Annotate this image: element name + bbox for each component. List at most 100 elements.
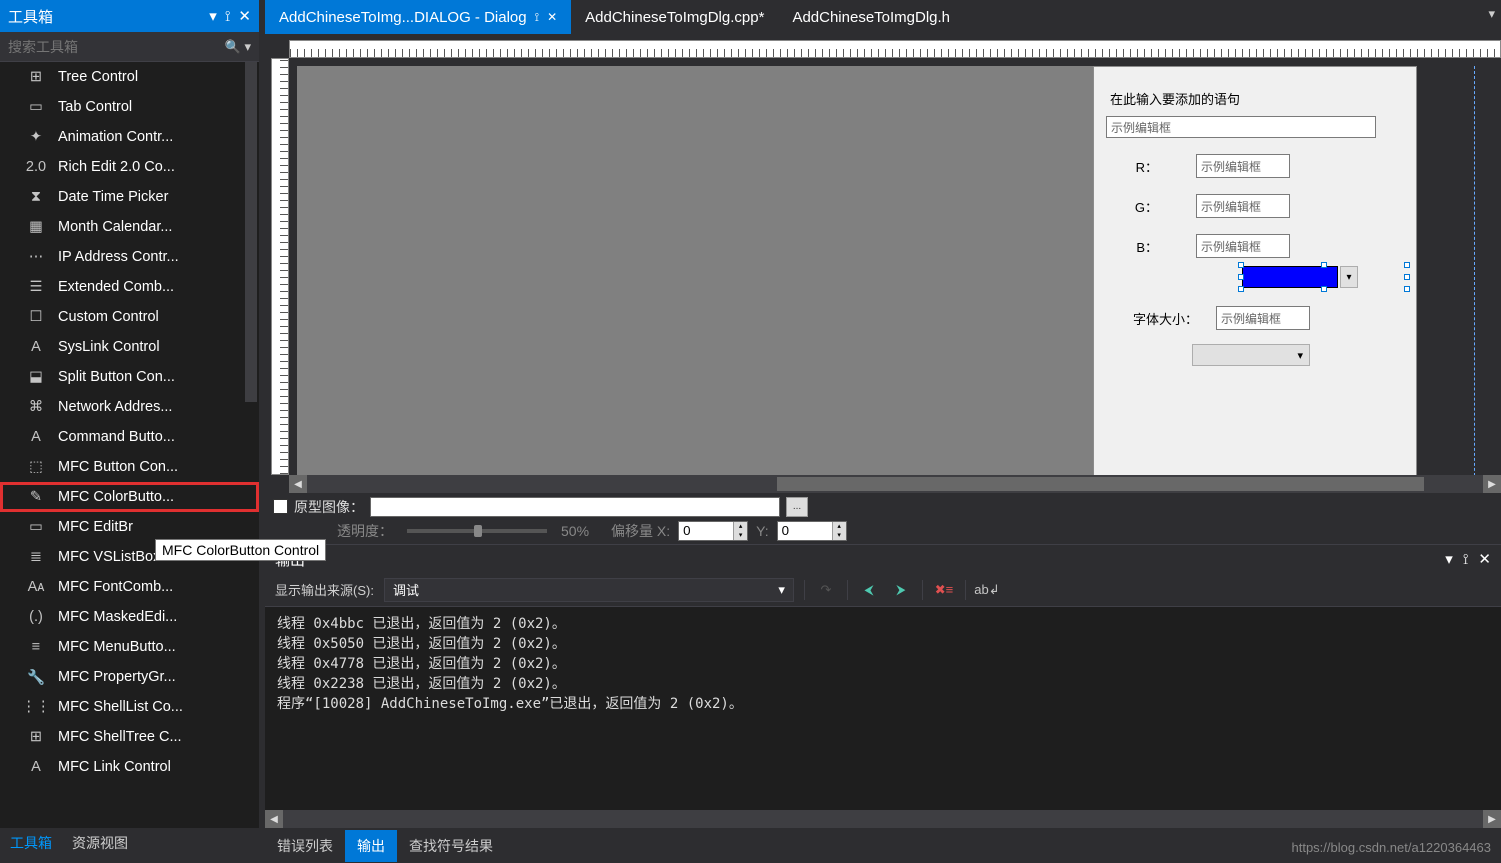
pin-icon[interactable]: ⟟ xyxy=(225,8,231,25)
toolbox-item-shelllist[interactable]: ⋮⋮MFC ShellList Co... xyxy=(0,692,259,722)
clear-icon[interactable]: ✖≡ xyxy=(933,579,955,601)
opacity-slider[interactable] xyxy=(407,529,547,533)
dialog-canvas[interactable]: 在此输入要添加的语句 R： G： B： ▾ xyxy=(297,66,1417,488)
search-icon[interactable]: 🔍 ▾ xyxy=(225,39,251,55)
split-icon: ⬓ xyxy=(28,369,44,385)
toolbox-item-tab[interactable]: ▭Tab Control xyxy=(0,92,259,122)
output-text[interactable]: 线程 0x4bbc 已退出，返回值为 2 (0x2)。 线程 0x5050 已退… xyxy=(265,607,1501,810)
prototype-checkbox[interactable] xyxy=(273,499,288,514)
selection-handles[interactable] xyxy=(1238,262,1410,292)
offset-y-spinner[interactable]: ▴▾ xyxy=(777,521,847,541)
calendar-icon: ▦ xyxy=(28,219,44,235)
browse-button[interactable]: ... xyxy=(786,497,808,517)
toolbox-item-mfcbtn[interactable]: ⬚MFC Button Con... xyxy=(0,452,259,482)
doc-tab-label: AddChineseToImgDlg.cpp* xyxy=(585,9,764,26)
doc-tab-label: AddChineseToImg...DIALOG - Dialog xyxy=(279,9,527,26)
ruler-horizontal[interactable] xyxy=(289,40,1501,58)
toolbox-item-split[interactable]: ⬓ Split Button Con... xyxy=(0,362,259,392)
toolbox-item-mfclink[interactable]: AMFC Link Control xyxy=(0,752,259,782)
network-icon: ⌘ xyxy=(28,399,44,415)
prototype-path-input[interactable] xyxy=(370,497,780,517)
toolbox-item-tree[interactable]: ⊞Tree Control xyxy=(0,62,259,92)
scroll-right-icon[interactable]: ▶ xyxy=(1483,475,1501,493)
toolbox-item-menubtn[interactable]: ≡MFC MenuButto... xyxy=(0,632,259,662)
fontsize-edit[interactable] xyxy=(1216,306,1310,330)
toolbox-item-shelltree[interactable]: ⊞MFC ShellTree C... xyxy=(0,722,259,752)
prompt-label: 在此输入要添加的语句 xyxy=(1110,89,1406,108)
scrollbar-thumb[interactable] xyxy=(777,477,1424,491)
doc-tab-0[interactable]: AddChineseToImg...DIALOG - Dialog ⟟ ✕ xyxy=(265,0,571,34)
color-button[interactable]: ▾ xyxy=(1242,266,1406,288)
doc-tab-2[interactable]: AddChineseToImgDlg.h xyxy=(778,0,964,34)
shelllist-icon: ⋮⋮ xyxy=(28,699,44,715)
toolbox-item-label: Split Button Con... xyxy=(58,369,175,385)
toolbox-item-label: SysLink Control xyxy=(58,339,160,355)
prev-icon[interactable]: ⮜ xyxy=(858,579,880,601)
toolbox-item-combo[interactable]: ☰Extended Comb... xyxy=(0,272,259,302)
left-bottom-tabs: 工具箱 资源视图 xyxy=(0,828,138,858)
toolbox-item-datetime[interactable]: ⧗Date Time Picker xyxy=(0,182,259,212)
wrap-icon[interactable]: ab↲ xyxy=(976,579,998,601)
tab-error-list[interactable]: 错误列表 xyxy=(265,830,345,862)
toolbox-item-label: Network Addres... xyxy=(58,399,172,415)
toolbox-item-masked[interactable]: (.)MFC MaskedEdi... xyxy=(0,602,259,632)
opacity-value: 50% xyxy=(561,523,589,539)
toolbox-item-cmd[interactable]: ACommand Butto... xyxy=(0,422,259,452)
tabs-overflow-icon[interactable]: ▾ xyxy=(1488,6,1495,22)
offset-x-spinner[interactable]: ▴▾ xyxy=(678,521,748,541)
menubtn-icon: ≡ xyxy=(28,639,44,655)
b-edit[interactable] xyxy=(1196,234,1290,258)
toolbox-item-ip[interactable]: ⋯IP Address Contr... xyxy=(0,242,259,272)
output-panel: 输出 ▾ ⟟ ✕ 显示输出来源(S): 调试▾ ↷ ⮜ ⮞ ✖≡ ab↲ 线程 … xyxy=(265,545,1501,828)
mfclink-icon: A xyxy=(28,759,44,775)
editbr-icon: ▭ xyxy=(28,519,44,535)
masked-icon: (.) xyxy=(28,609,44,625)
main-edit[interactable] xyxy=(1106,116,1376,138)
scroll-left-icon[interactable]: ◀ xyxy=(289,475,307,493)
toolbox-item-network[interactable]: ⌘ Network Addres... xyxy=(0,392,259,422)
ruler-vertical[interactable] xyxy=(271,58,289,475)
fontcombo-icon: Aᴀ xyxy=(28,579,44,595)
close-icon[interactable]: ✕ xyxy=(547,10,557,24)
dropdown-icon[interactable]: ▾ xyxy=(1445,550,1453,568)
goto-icon[interactable]: ↷ xyxy=(815,579,837,601)
doc-tab-1[interactable]: AddChineseToImgDlg.cpp* xyxy=(571,0,778,34)
next-icon[interactable]: ⮞ xyxy=(890,579,912,601)
tab-find-results[interactable]: 查找符号结果 xyxy=(397,830,505,862)
close-icon[interactable]: ✕ xyxy=(1478,550,1491,568)
vslist-icon: ≣ xyxy=(28,549,44,565)
toolbox-header: 工具箱 ▾ ⟟ ✕ xyxy=(0,0,259,32)
pin-icon[interactable]: ⟟ xyxy=(535,10,539,25)
toolbox-list[interactable]: ⊞Tree Control▭Tab Control✦Animation Cont… xyxy=(0,62,259,828)
tree-icon: ⊞ xyxy=(28,69,44,85)
output-source-label: 显示输出来源(S): xyxy=(275,580,374,599)
r-edit[interactable] xyxy=(1196,154,1290,178)
shelltree-icon: ⊞ xyxy=(28,729,44,745)
designer-hscrollbar[interactable]: ◀ ▶ xyxy=(289,475,1501,493)
tab-toolbox[interactable]: 工具箱 xyxy=(0,829,62,857)
output-hscrollbar[interactable]: ◀▶ xyxy=(265,810,1501,828)
toolbox-item-editbr[interactable]: ▭MFC EditBr xyxy=(0,512,259,542)
tab-resource-view[interactable]: 资源视图 xyxy=(62,829,138,857)
toolbox-item-label: MFC FontComb... xyxy=(58,579,173,595)
search-input[interactable] xyxy=(8,39,225,55)
toolbox-item-star[interactable]: ✦Animation Contr... xyxy=(0,122,259,152)
toolbox-item-propgrid[interactable]: 🔧MFC PropertyGr... xyxy=(0,662,259,692)
toolbox-item-link[interactable]: A SysLink Control xyxy=(0,332,259,362)
cmd-icon: A xyxy=(28,429,44,445)
toolbox-search-row: 🔍 ▾ xyxy=(0,32,259,62)
close-icon[interactable]: ✕ xyxy=(238,7,251,25)
toolbox-item-fontcombo[interactable]: Aᴀ MFC FontComb... xyxy=(0,572,259,602)
tab-output[interactable]: 输出 xyxy=(345,830,397,862)
toolbox-item-colorbtn[interactable]: ✎MFC ColorButto... xyxy=(0,482,259,512)
output-source-combo[interactable]: 调试▾ xyxy=(384,578,794,602)
link-icon: A xyxy=(28,339,44,355)
g-edit[interactable] xyxy=(1196,194,1290,218)
dropdown-icon[interactable]: ▾ xyxy=(209,7,217,25)
toolbox-item-calendar[interactable]: ▦Month Calendar... xyxy=(0,212,259,242)
font-combo[interactable]: ▾ xyxy=(1192,344,1310,366)
guide-line[interactable] xyxy=(1474,66,1475,486)
pin-icon[interactable]: ⟟ xyxy=(1463,551,1469,568)
toolbox-item-richedit[interactable]: 2.0Rich Edit 2.0 Co... xyxy=(0,152,259,182)
toolbox-item-custom[interactable]: ☐Custom Control xyxy=(0,302,259,332)
